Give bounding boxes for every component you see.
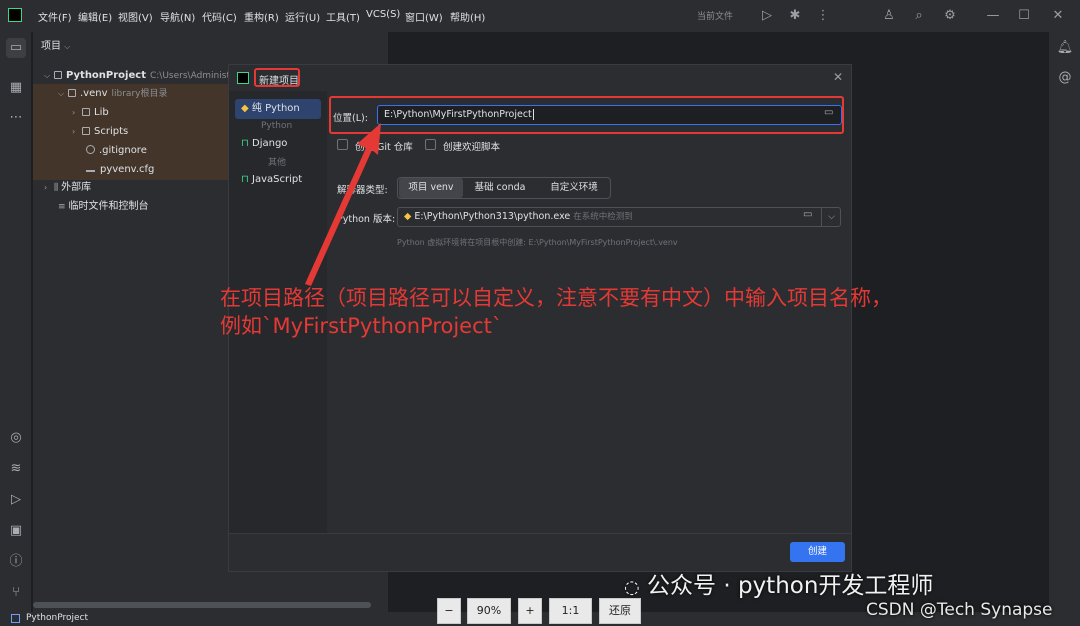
arrow-shape [305, 123, 381, 286]
zoom-ratio-button[interactable]: 1:1 [549, 598, 592, 624]
zoom-in-label: + [525, 604, 535, 617]
zoom-reset-button[interactable]: 还原 [599, 598, 641, 624]
zoom-level: 90% [467, 598, 511, 624]
zoom-in-button[interactable]: + [518, 598, 542, 624]
annotation-line-2: 例如`MyFirstPythonProject` [220, 314, 503, 338]
zoom-reset-label: 还原 [609, 604, 631, 617]
csdn-watermark: CSDN @Tech Synapse [866, 600, 1053, 620]
wechat-watermark: ◌ 公众号 · python开发工程师 [624, 566, 933, 600]
wechat-icon: ◌ [624, 577, 640, 598]
zoom-out-label: − [444, 604, 454, 617]
zoom-out-button[interactable]: − [437, 598, 461, 624]
wechat-watermark-text: 公众号 · python开发工程师 [647, 573, 934, 599]
zoom-level-value: 90% [476, 604, 502, 617]
annotation-text: 在项目路径（项目路径可以自定义，注意不要有中文）中输入项目名称， 例如`MyFi… [220, 284, 892, 340]
zoom-ratio-label: 1:1 [561, 604, 580, 617]
annotation-line-1: 在项目路径（项目路径可以自定义，注意不要有中文）中输入项目名称， [220, 286, 892, 310]
